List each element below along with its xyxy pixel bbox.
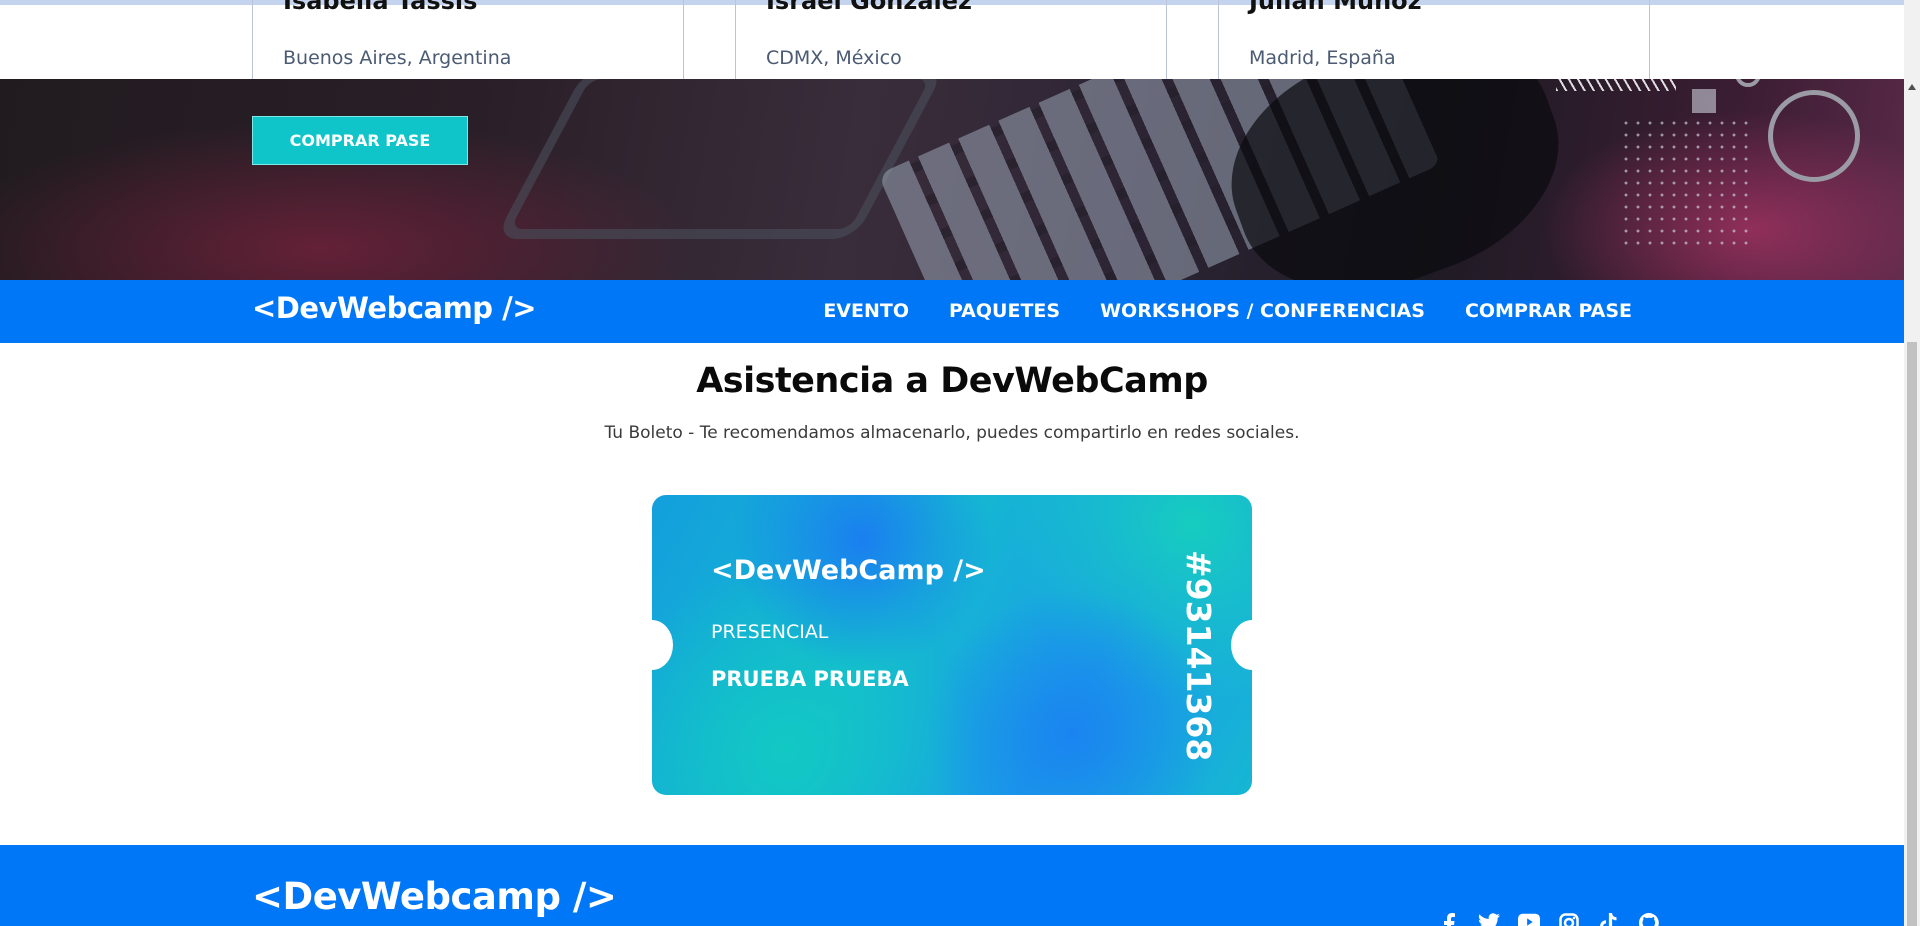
- facebook-icon[interactable]: [1438, 913, 1460, 926]
- nav-link-evento[interactable]: EVENTO: [823, 300, 909, 322]
- instagram-icon[interactable]: [1558, 913, 1580, 926]
- ticket-card: <DevWebCamp /> PRESENCIAL PRUEBA PRUEBA …: [652, 495, 1252, 795]
- twitter-icon[interactable]: [1478, 913, 1500, 926]
- social-links: [1438, 913, 1660, 926]
- youtube-icon[interactable]: [1518, 913, 1540, 926]
- hero-laptop-graphic: [494, 79, 946, 239]
- speaker-name: Julián Muñoz: [1249, 0, 1422, 15]
- speaker-location: CDMX, México: [766, 47, 902, 69]
- speaker-name: Isabella Tassis: [283, 0, 478, 15]
- page: Isabella Tassis Buenos Aires, Argentina …: [0, 0, 1904, 926]
- speaker-card: Israel González CDMX, México: [735, 0, 1167, 84]
- decor-square: [1692, 89, 1716, 113]
- tiktok-icon[interactable]: [1598, 913, 1620, 926]
- ticket-logo: <DevWebCamp />: [711, 555, 986, 586]
- scroll-up-arrow-icon[interactable]: [1908, 84, 1916, 90]
- decor-dots: [1620, 117, 1750, 247]
- ticket-notch: [652, 620, 673, 670]
- speakers-strip: Isabella Tassis Buenos Aires, Argentina …: [0, 0, 1904, 84]
- footer-logo[interactable]: <DevWebcamp />: [252, 875, 617, 918]
- hero-banner: COMPRAR PASE: [0, 79, 1904, 280]
- github-icon[interactable]: [1638, 913, 1660, 926]
- speaker-name: Israel González: [766, 0, 973, 15]
- nav-links: EVENTO PAQUETES WORKSHOPS / CONFERENCIAS…: [823, 300, 1632, 322]
- nav-link-workshops[interactable]: WORKSHOPS / CONFERENCIAS: [1100, 300, 1425, 322]
- footer: <DevWebcamp />: [0, 845, 1904, 926]
- ticket-attendee-name: PRUEBA PRUEBA: [711, 667, 909, 691]
- scroll-thumb[interactable]: [1907, 342, 1917, 926]
- decor-ring: [1768, 90, 1860, 182]
- ticket-code: #93141368: [1179, 550, 1218, 762]
- speaker-location: Madrid, España: [1249, 47, 1396, 69]
- page-scrollbar[interactable]: [1904, 0, 1920, 926]
- buy-pass-button[interactable]: COMPRAR PASE: [252, 116, 468, 165]
- decor-stripes: [1556, 79, 1676, 91]
- decor-ring-small: [1735, 79, 1761, 87]
- nav-link-paquetes[interactable]: PAQUETES: [949, 300, 1060, 322]
- ticket-plan: PRESENCIAL: [711, 621, 829, 643]
- page-subtitle: Tu Boleto - Te recomendamos almacenarlo,…: [604, 423, 1300, 443]
- nav-link-comprar-pase[interactable]: COMPRAR PASE: [1465, 300, 1632, 322]
- speaker-card: Isabella Tassis Buenos Aires, Argentina: [252, 0, 684, 84]
- page-title: Asistencia a DevWebCamp: [696, 361, 1208, 401]
- speaker-card: Julián Muñoz Madrid, España: [1218, 0, 1650, 84]
- navbar: <DevWebcamp /> EVENTO PAQUETES WORKSHOPS…: [0, 280, 1904, 343]
- speaker-location: Buenos Aires, Argentina: [283, 47, 512, 69]
- ticket-notch: [1231, 620, 1252, 670]
- nav-logo[interactable]: <DevWebcamp />: [252, 291, 537, 325]
